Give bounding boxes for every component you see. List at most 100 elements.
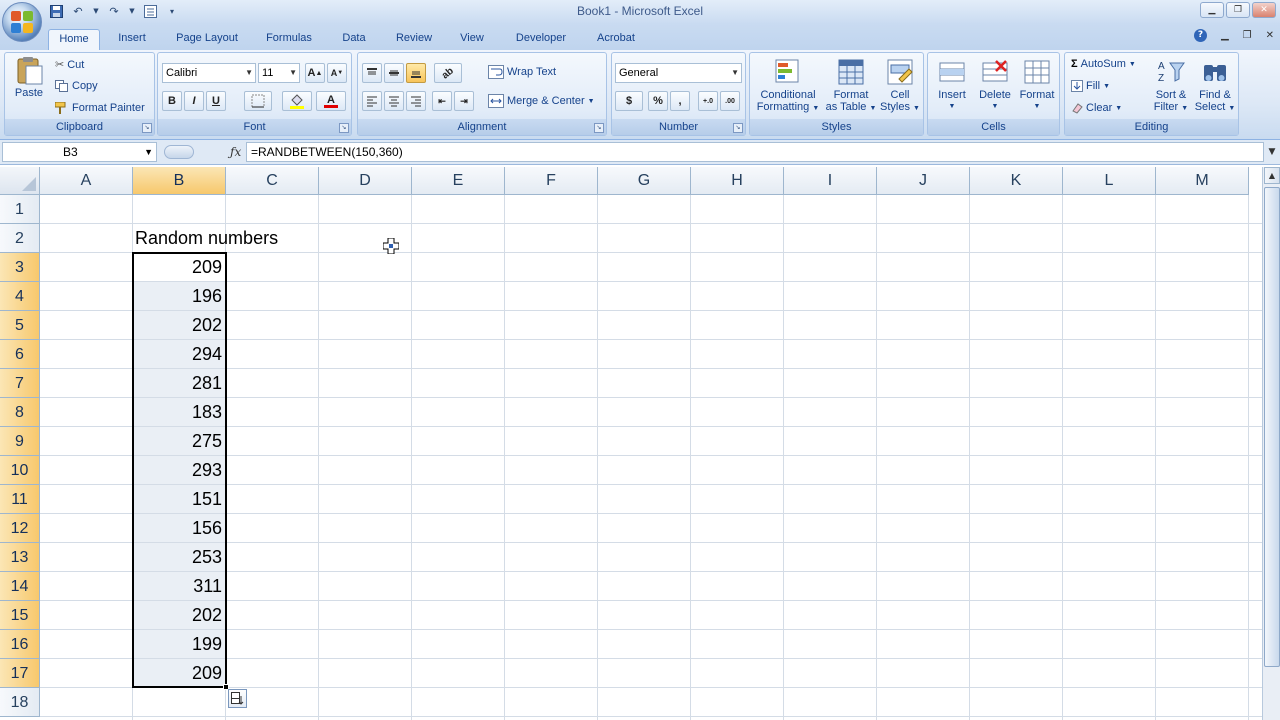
row-header-11[interactable]: 11 — [0, 485, 40, 514]
merge-center-button[interactable]: Merge & Center ▼ — [488, 94, 595, 108]
font-launcher-icon[interactable]: ↘ — [339, 123, 349, 133]
cells-area[interactable]: Random numbers 209 196 202 294 281 183 275 293 1… — [40, 195, 1262, 720]
align-center-button[interactable] — [384, 91, 404, 111]
bold-button[interactable]: B — [162, 91, 182, 111]
auto-fill-options-button[interactable] — [228, 689, 247, 708]
tab-home[interactable]: Home — [48, 29, 100, 50]
orientation-button[interactable]: ab — [434, 63, 462, 83]
increase-indent-button[interactable]: ⇥ — [454, 91, 474, 111]
worksheet-grid[interactable]: ABCDEFGHIJKLM 1 2 3 4 5 6 7 8 9 10 11 12 13 14 15 16 17 1… — [0, 167, 1262, 720]
select-all-button[interactable] — [0, 167, 40, 195]
row-header-2[interactable]: 2 — [0, 224, 40, 253]
align-right-button[interactable] — [406, 91, 426, 111]
column-header-a[interactable]: A — [40, 167, 133, 195]
align-left-button[interactable] — [362, 91, 382, 111]
wrap-text-button[interactable]: Wrap Text — [488, 65, 556, 79]
copy-button[interactable]: Copy — [55, 80, 98, 92]
maximize-button[interactable]: ❐ — [1226, 2, 1250, 18]
tab-insert[interactable]: Insert — [110, 29, 154, 50]
column-header-h[interactable]: H — [691, 167, 784, 195]
fill-button[interactable]: Fill ▼ — [1071, 80, 1110, 92]
workbook-restore-icon[interactable]: ❐ — [1243, 30, 1252, 41]
close-button[interactable]: ✕ — [1252, 2, 1276, 18]
clipboard-launcher-icon[interactable]: ↘ — [142, 123, 152, 133]
column-header-f[interactable]: F — [505, 167, 598, 195]
expand-formula-bar-icon[interactable]: ▼ — [1266, 144, 1278, 160]
column-header-e[interactable]: E — [412, 167, 505, 195]
column-header-j[interactable]: J — [877, 167, 970, 195]
grow-font-button[interactable]: A ▲ — [305, 63, 325, 83]
format-as-table-button[interactable]: Format as Table ▼ — [824, 57, 878, 115]
row-header-17[interactable]: 17 — [0, 659, 40, 688]
row-header-6[interactable]: 6 — [0, 340, 40, 369]
row-header-15[interactable]: 15 — [0, 601, 40, 630]
comma-button[interactable]: , — [670, 91, 690, 111]
tab-page-layout[interactable]: Page Layout — [168, 29, 246, 50]
office-button[interactable] — [2, 2, 42, 42]
currency-button[interactable]: $ — [615, 91, 643, 111]
percent-button[interactable]: % — [648, 91, 668, 111]
find-select-button[interactable]: Find & Select ▼ — [1193, 57, 1237, 115]
insert-function-icon[interactable]: ƒx — [230, 145, 241, 159]
borders-button[interactable] — [244, 91, 272, 111]
fill-color-button[interactable] — [282, 91, 312, 111]
number-format-combo[interactable]: General ▼ — [615, 63, 742, 83]
cut-button[interactable]: ✂ Cut — [55, 58, 84, 72]
conditional-formatting-button[interactable]: Conditional Formatting ▼ — [752, 57, 824, 115]
tab-view[interactable]: View — [452, 29, 492, 50]
tab-developer[interactable]: Developer — [506, 29, 576, 50]
paste-button[interactable]: Paste — [9, 55, 49, 99]
tab-acrobat[interactable]: Acrobat — [588, 29, 644, 50]
row-header-8[interactable]: 8 — [0, 398, 40, 427]
column-header-k[interactable]: K — [970, 167, 1063, 195]
cell-b2[interactable]: Random numbers — [135, 224, 278, 253]
alignment-launcher-icon[interactable]: ↘ — [594, 123, 604, 133]
name-box[interactable]: B3 ▼ — [2, 142, 157, 162]
row-header-1[interactable]: 1 — [0, 195, 40, 224]
top-align-button[interactable] — [362, 63, 382, 83]
scroll-up-icon[interactable]: ▲ — [1264, 167, 1280, 184]
cell-styles-button[interactable]: Cell Styles ▼ — [878, 57, 922, 115]
column-header-g[interactable]: G — [598, 167, 691, 195]
insert-cells-button[interactable]: Insert ▼ — [930, 57, 974, 113]
row-header-4[interactable]: 4 — [0, 282, 40, 311]
column-header-m[interactable]: M — [1156, 167, 1249, 195]
row-header-18[interactable]: 18 — [0, 688, 40, 717]
column-header-b[interactable]: B — [133, 167, 226, 195]
tab-formulas[interactable]: Formulas — [258, 29, 320, 50]
format-painter-button[interactable]: Format Painter — [55, 102, 145, 114]
tab-data[interactable]: Data — [334, 29, 374, 50]
row-header-12[interactable]: 12 — [0, 514, 40, 543]
font-color-button[interactable]: A — [316, 91, 346, 111]
vertical-scrollbar[interactable]: ▲ — [1262, 167, 1280, 720]
help-icon[interactable]: ? — [1193, 29, 1207, 42]
row-header-16[interactable]: 16 — [0, 630, 40, 659]
row-header-5[interactable]: 5 — [0, 311, 40, 340]
minimize-button[interactable]: ▁ — [1200, 2, 1224, 18]
clear-button[interactable]: Clear ▼ — [1071, 102, 1122, 114]
workbook-minimize-icon[interactable]: ▁ — [1221, 30, 1229, 41]
tab-review[interactable]: Review — [388, 29, 440, 50]
formula-input[interactable]: =RANDBETWEEN(150,360) — [246, 142, 1264, 162]
decrease-decimal-button[interactable]: .00 — [720, 91, 740, 111]
row-header-9[interactable]: 9 — [0, 427, 40, 456]
italic-button[interactable]: I — [184, 91, 204, 111]
column-header-d[interactable]: D — [319, 167, 412, 195]
column-header-l[interactable]: L — [1063, 167, 1156, 195]
sort-filter-button[interactable]: AZ Sort & Filter ▼ — [1149, 57, 1193, 115]
row-header-10[interactable]: 10 — [0, 456, 40, 485]
column-header-c[interactable]: C — [226, 167, 319, 195]
shrink-font-button[interactable]: A ▼ — [327, 63, 347, 83]
workbook-close-icon[interactable]: ✕ — [1266, 30, 1274, 41]
decrease-indent-button[interactable]: ⇤ — [432, 91, 452, 111]
font-size-combo[interactable]: 11 ▼ — [258, 63, 300, 83]
autosum-button[interactable]: Σ AutoSum ▼ — [1071, 58, 1136, 70]
bottom-align-button[interactable] — [406, 63, 426, 83]
row-header-14[interactable]: 14 — [0, 572, 40, 601]
scroll-thumb[interactable] — [1264, 187, 1280, 667]
row-header-3[interactable]: 3 — [0, 253, 40, 282]
row-header-13[interactable]: 13 — [0, 543, 40, 572]
delete-cells-button[interactable]: Delete ▼ — [974, 57, 1016, 113]
row-header-7[interactable]: 7 — [0, 369, 40, 398]
underline-button[interactable]: U — [206, 91, 226, 111]
